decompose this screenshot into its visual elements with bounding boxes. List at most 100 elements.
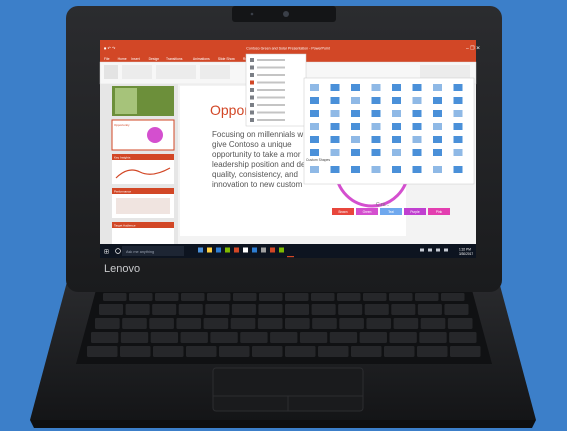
gallery-icon[interactable] — [330, 110, 340, 117]
keyboard-key[interactable] — [231, 304, 256, 315]
keyboard-key[interactable] — [176, 318, 202, 329]
gallery-icon[interactable] — [351, 110, 360, 117]
keyboard-key[interactable] — [338, 304, 363, 315]
gallery-icon[interactable] — [412, 97, 422, 104]
window-controls-icon[interactable]: – ❐ ✕ — [466, 46, 480, 52]
gallery-icon[interactable] — [310, 84, 319, 91]
keyboard-key[interactable] — [257, 318, 283, 329]
keyboard-key[interactable] — [318, 346, 349, 357]
gallery-icon[interactable] — [351, 123, 360, 130]
gallery-icon[interactable] — [310, 149, 319, 156]
slides-group[interactable] — [122, 65, 152, 79]
gallery-icon[interactable] — [371, 166, 381, 173]
gallery-icon[interactable] — [412, 110, 422, 117]
dropdown-item[interactable] — [257, 119, 285, 121]
gallery-icon[interactable] — [412, 166, 422, 173]
keyboard-key[interactable] — [149, 318, 174, 329]
keyboard-key[interactable] — [240, 332, 268, 343]
keyboard-key[interactable] — [337, 293, 361, 301]
keyboard-key[interactable] — [441, 293, 465, 301]
ribbon-tab[interactable]: Home — [118, 57, 127, 61]
gallery-icon[interactable] — [412, 84, 422, 91]
gallery-icon[interactable] — [433, 123, 442, 130]
gallery-icon[interactable] — [330, 123, 340, 130]
dropdown-item[interactable] — [257, 111, 285, 114]
taskbar-app-icon[interactable] — [234, 247, 239, 253]
keyboard-key[interactable] — [120, 346, 151, 357]
taskbar-app-icon[interactable] — [216, 247, 221, 253]
editing-group[interactable] — [420, 65, 470, 79]
keyboard-key[interactable] — [87, 346, 118, 357]
gallery-icon[interactable] — [392, 123, 401, 130]
dropdown-item[interactable] — [257, 59, 285, 61]
font-group[interactable] — [156, 65, 196, 79]
gallery-icon[interactable] — [392, 84, 401, 91]
taskbar-app-icon[interactable] — [198, 247, 203, 253]
gallery-icon[interactable] — [371, 136, 381, 143]
gallery-icon[interactable] — [310, 136, 319, 143]
tray-icon[interactable] — [420, 248, 424, 252]
gallery-icon[interactable] — [351, 136, 360, 143]
gallery-icon[interactable] — [351, 97, 360, 104]
taskbar-app-icon[interactable] — [207, 247, 212, 253]
keyboard-key[interactable] — [339, 318, 364, 329]
dropdown-item[interactable] — [257, 74, 285, 76]
keyboard-key[interactable] — [207, 293, 231, 301]
gallery-icon[interactable] — [330, 149, 340, 156]
tray-icon[interactable] — [444, 248, 448, 252]
keyboard-key[interactable] — [155, 293, 179, 301]
keyboard-key[interactable] — [389, 293, 413, 301]
gallery-icon[interactable] — [453, 84, 463, 91]
keyboard-key[interactable] — [180, 332, 208, 343]
start-button-icon[interactable]: ⊞ — [104, 249, 109, 256]
gallery-icon[interactable] — [330, 84, 340, 91]
gallery-icon[interactable] — [412, 136, 422, 143]
keyboard-key[interactable] — [311, 293, 335, 301]
keyboard-key[interactable] — [389, 332, 417, 343]
keyboard-key[interactable] — [329, 332, 358, 343]
keyboard-key[interactable] — [391, 304, 416, 315]
gallery-icon[interactable] — [330, 136, 340, 143]
gallery-icon[interactable] — [351, 84, 360, 91]
keyboard-key[interactable] — [415, 293, 439, 301]
ribbon-tab[interactable]: Slide Show — [218, 57, 236, 61]
taskbar-app-icon[interactable] — [279, 247, 284, 253]
gallery-icon[interactable] — [453, 136, 463, 143]
tray-icon[interactable] — [428, 248, 432, 252]
gallery-icon[interactable] — [351, 166, 360, 173]
ribbon-tab[interactable]: Design — [149, 57, 160, 61]
gallery-icon[interactable] — [453, 110, 463, 117]
taskbar-app-icon[interactable] — [252, 247, 257, 253]
keyboard-key[interactable] — [103, 293, 127, 301]
keyboard-key[interactable] — [210, 332, 238, 343]
keyboard-key[interactable] — [178, 304, 203, 315]
taskbar-app-icon[interactable] — [225, 247, 230, 253]
gallery-icon[interactable] — [392, 149, 401, 156]
keyboard-key[interactable] — [181, 293, 205, 301]
keyboard-key[interactable] — [285, 304, 310, 315]
keyboard-key[interactable] — [366, 318, 392, 329]
ribbon-tab[interactable]: Transitions — [166, 57, 183, 61]
keyboard-key[interactable] — [205, 304, 230, 315]
gallery-icon[interactable] — [453, 123, 463, 130]
gallery-icon[interactable] — [371, 110, 381, 117]
keyboard-key[interactable] — [259, 293, 283, 301]
gallery-icon[interactable] — [433, 149, 442, 156]
ribbon-tab[interactable]: Animations — [193, 57, 210, 61]
gallery-icon[interactable] — [392, 97, 401, 104]
keyboard-key[interactable] — [419, 332, 447, 343]
paragraph-group[interactable] — [200, 65, 230, 79]
gallery-icon[interactable] — [371, 97, 381, 104]
keyboard-key[interactable] — [299, 332, 328, 343]
dropdown-item[interactable] — [257, 104, 285, 106]
keyboard-key[interactable] — [219, 346, 250, 357]
gallery-icon[interactable] — [392, 166, 401, 173]
gallery-icon[interactable] — [412, 123, 422, 130]
keyboard-key[interactable] — [270, 332, 298, 343]
keyboard-key[interactable] — [285, 346, 316, 357]
keyboard-key[interactable] — [417, 304, 442, 315]
keyboard-key[interactable] — [311, 304, 336, 315]
gallery-icon[interactable] — [310, 166, 319, 173]
keyboard-key[interactable] — [444, 304, 469, 315]
keyboard-key[interactable] — [447, 318, 473, 329]
